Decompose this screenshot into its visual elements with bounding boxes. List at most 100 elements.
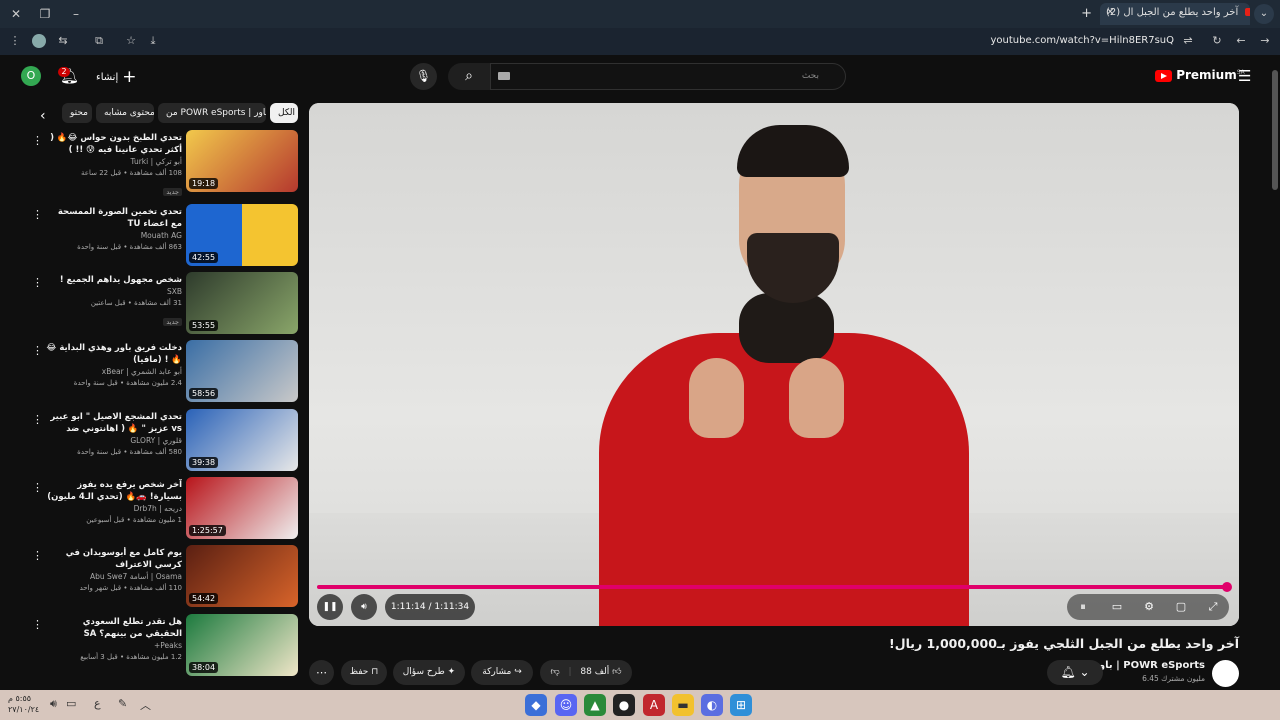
avatar[interactable]: O (21, 66, 41, 86)
video-title[interactable]: آخر شخص يرفع يده يفوز بسيارة! 🚗🔥 (تحدي ا… (44, 479, 182, 503)
chip-more[interactable]: محتو (62, 103, 92, 123)
bookmark-star-icon[interactable]: ☆ (124, 34, 138, 48)
translate-icon[interactable]: ⇆ (56, 34, 70, 48)
settings-gear-icon[interactable]: ⚙ (1141, 599, 1157, 615)
fullscreen-icon[interactable]: ⤢ (1205, 599, 1221, 615)
more-actions-icon[interactable]: ⋮ (32, 413, 43, 426)
channel-name[interactable]: Peaks+ (44, 640, 182, 652)
tab-close-icon[interactable]: ✕ (1106, 7, 1114, 18)
dislike-icon[interactable]: 👎︎ (550, 667, 559, 677)
app-file-explorer-icon[interactable]: ▬ (672, 694, 694, 716)
channel-avatar[interactable] (1212, 660, 1239, 687)
browser-menu-icon[interactable]: ⋮ (8, 34, 22, 48)
speaker-icon[interactable]: 🔊︎ (50, 697, 57, 711)
video-title[interactable]: دخلت فريق باور وهذي البداية 😂🔥 ! (مافيا) (44, 342, 182, 366)
close-window-icon[interactable]: ✕ (8, 6, 24, 22)
subscribed-bell-button[interactable]: 🔔︎ ⌄ (1047, 660, 1103, 685)
video-title[interactable]: تحدي الطبخ بدون حواس 😂🔥 ( أكثر تحدي عاني… (44, 132, 182, 156)
list-item[interactable]: ⋮ تحدي الطبخ بدون حواس 😂🔥 ( أكثر تحدي عا… (28, 130, 300, 196)
like-icon[interactable]: 👍︎ (612, 667, 621, 677)
video-thumbnail[interactable]: 42:55 (186, 204, 298, 266)
profile-icon[interactable] (32, 34, 46, 48)
tab-search-icon[interactable]: ⌄ (1254, 4, 1274, 24)
volume-icon[interactable]: 🔊︎ (351, 594, 377, 620)
more-actions-icon[interactable]: ⋮ (32, 618, 43, 631)
video-title[interactable]: يوم كامل مع أبوسويدان في كرسي الاعتراف (44, 547, 182, 571)
restore-window-icon[interactable]: ❐ (37, 6, 53, 22)
channel-name[interactable]: قلوري | GLORY (44, 435, 182, 447)
channel-name[interactable]: Mouath AG (44, 230, 182, 242)
app-acrobat-icon[interactable]: A (643, 694, 665, 716)
like-dislike-button[interactable]: 👎︎ | 88 ألف 👍︎ (540, 660, 632, 685)
back-icon[interactable]: → (1258, 34, 1272, 48)
app-visual-studio-icon[interactable]: ◆ (525, 694, 547, 716)
more-actions-icon[interactable]: ⋮ (32, 344, 43, 357)
search-input[interactable]: بحث (490, 63, 846, 90)
video-title[interactable]: تحدي تخمين الصورة الممسحة مع اعضاء TU (44, 206, 182, 230)
language-indicator[interactable]: ع (94, 697, 101, 710)
video-title[interactable]: شخص مجهول يداهم الجميع ! (44, 274, 182, 286)
list-item[interactable]: ⋮ تحدي المشجع الاصيل " ابو عبير vs عزيز … (28, 409, 300, 473)
url-text[interactable]: youtube.com/watch?v=Hiln8ER7suQ (990, 35, 1174, 46)
list-item[interactable]: ⋮ دخلت فريق باور وهذي البداية 😂🔥 ! (مافي… (28, 340, 300, 404)
video-thumbnail[interactable]: 53:55 (186, 272, 298, 334)
site-settings-icon[interactable]: ⇌ (1181, 34, 1195, 48)
progress-bar[interactable] (317, 585, 1227, 589)
share-button[interactable]: مشاركة ↪ (471, 660, 533, 685)
app-obs-icon[interactable]: ● (613, 694, 635, 716)
video-thumbnail[interactable]: 58:56 (186, 340, 298, 402)
video-player[interactable]: ❚❚ 🔊︎ 1:11:14 / 1:11:34 ⏸ ▭ ⚙ ▢ ⤢ (309, 103, 1239, 626)
channel-name[interactable]: أبو تركي | Turki (44, 156, 183, 168)
pen-icon[interactable]: ✎ (118, 697, 127, 710)
autoplay-toggle-icon[interactable]: ⏸ (1075, 599, 1091, 615)
app-game-icon[interactable]: ▲ (584, 694, 606, 716)
app-windows-store-icon[interactable]: ⊞ (730, 694, 752, 716)
guide-menu-icon[interactable]: ☰ (1238, 67, 1251, 85)
list-item[interactable]: ⋮ هل تقدر تطلع السعودي الحقيقي من بينهم؟… (28, 614, 300, 678)
app-discord-icon[interactable]: ☺ (555, 694, 577, 716)
video-thumbnail[interactable]: 38:04 (186, 614, 298, 676)
more-actions-icon[interactable]: ⋮ (32, 134, 43, 147)
reload-icon[interactable]: ↻ (1210, 34, 1224, 48)
page-scrollbar[interactable] (1270, 58, 1280, 690)
chip-all[interactable]: الكل (270, 103, 298, 123)
pause-button[interactable]: ❚❚ (317, 594, 343, 620)
taskbar-clock[interactable]: ٥:٥٥ م ٢٧/١٠/٢٤ (8, 693, 39, 715)
video-title[interactable]: تحدي المشجع الاصيل " ابو عبير vs عزيز " … (44, 411, 182, 435)
subtitles-icon[interactable]: ▭ (1109, 599, 1125, 615)
new-tab-button[interactable]: + (1081, 6, 1092, 21)
save-button[interactable]: حفظ ⊓ (341, 660, 387, 685)
app-nordvpn-icon[interactable]: ◐ (701, 694, 723, 716)
chip-from-channel[interactable]: من POWR eSports | باور (158, 103, 266, 123)
list-item[interactable]: ⋮ تحدي تخمين الصورة الممسحة مع اعضاء TU … (28, 204, 300, 268)
search-icon[interactable]: ⌕ (448, 63, 490, 90)
video-thumbnail[interactable]: 1:25:57 (186, 477, 298, 539)
channel-name[interactable]: Osama | أسامة Abu Swe7 (44, 571, 182, 583)
theater-mode-icon[interactable]: ▢ (1173, 599, 1189, 615)
video-title[interactable]: هل تقدر تطلع السعودي الحقيقي من بينهم؟ S… (44, 616, 182, 640)
ask-button[interactable]: طرح سؤال ✦ (393, 660, 465, 685)
channel-name[interactable]: باور | POWR eSports (1093, 660, 1205, 671)
list-item[interactable]: ⋮ آخر شخص يرفع يده يفوز بسيارة! 🚗🔥 (تحدي… (28, 477, 300, 541)
scrubber-handle[interactable] (1222, 582, 1232, 592)
forward-icon[interactable]: ← (1234, 34, 1248, 48)
more-actions-icon[interactable]: ⋮ (32, 481, 43, 494)
tray-chevron-icon[interactable]: ︿ (140, 697, 151, 713)
network-icon[interactable]: ▭ (66, 697, 76, 710)
voice-search-mic-icon[interactable]: 🎙︎ (410, 63, 437, 90)
channel-name[interactable]: SXB (44, 286, 182, 298)
channel-name[interactable]: أبو عابد الشمري | xBear (44, 366, 182, 378)
video-thumbnail[interactable]: 19:18 (186, 130, 298, 192)
video-thumbnail[interactable]: 39:38 (186, 409, 298, 471)
keyboard-icon[interactable] (498, 72, 510, 80)
more-actions-button[interactable]: ⋯ (309, 660, 334, 685)
list-item[interactable]: ⋮ شخص مجهول يداهم الجميع ! SXB 31 ألف مش… (28, 272, 300, 336)
scrollbar-thumb[interactable] (1272, 70, 1278, 190)
create-button[interactable]: إنشاء + (96, 67, 136, 87)
install-app-icon[interactable]: ⤓ (146, 34, 160, 48)
chip-related[interactable]: محتوى مشابه (96, 103, 154, 123)
youtube-premium-logo[interactable]: PremiumSA (1155, 68, 1245, 82)
more-actions-icon[interactable]: ⋮ (32, 549, 43, 562)
extensions-icon[interactable]: ⧉ (92, 34, 106, 48)
list-item[interactable]: ⋮ يوم كامل مع أبوسويدان في كرسي الاعتراف… (28, 545, 300, 609)
